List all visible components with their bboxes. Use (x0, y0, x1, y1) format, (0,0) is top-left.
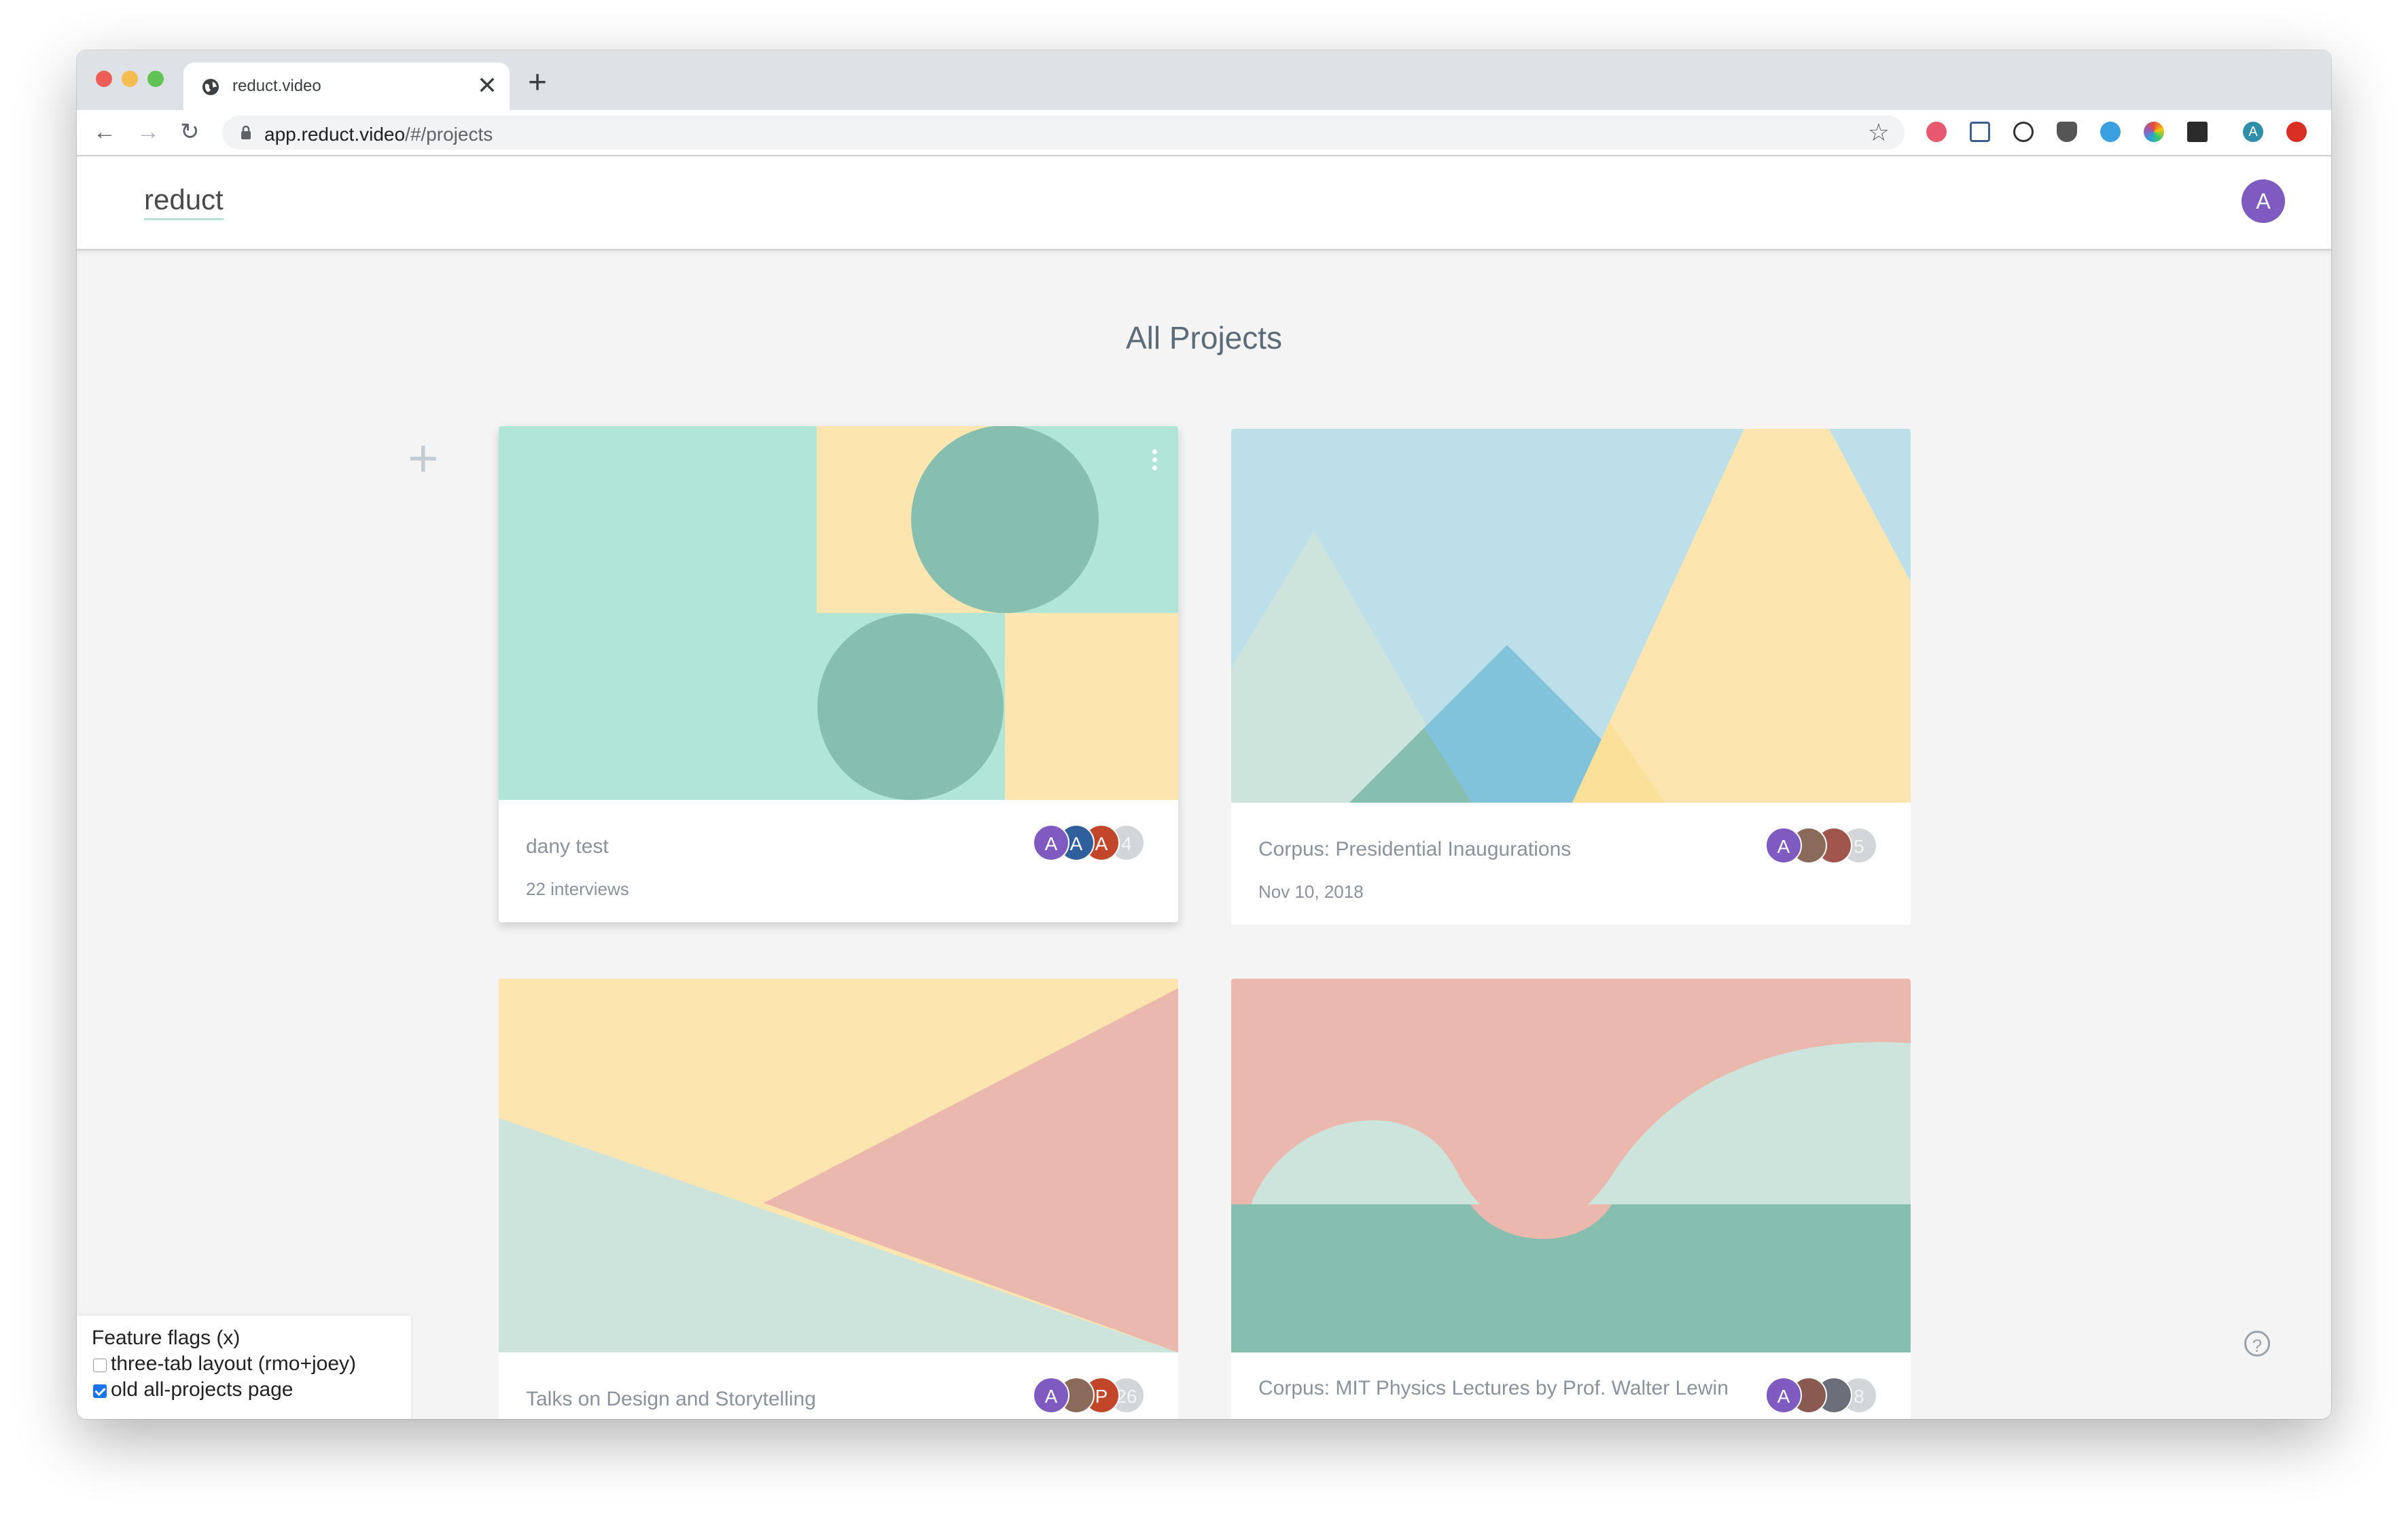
profile-avatar[interactable]: A (2243, 122, 2263, 142)
help-icon[interactable]: ? (2244, 1331, 2270, 1357)
project-thumbnail (1231, 429, 1911, 803)
project-name: Corpus: MIT Physics Lectures by Prof. Wa… (1258, 1377, 1729, 1399)
project-card[interactable]: dany test 22 interviews AAA4 (499, 426, 1178, 922)
shield-icon[interactable] (2057, 122, 2077, 142)
update-icon[interactable] (2286, 122, 2307, 142)
url-host: app.reduct.video (264, 124, 406, 145)
extension-icon-5[interactable] (2100, 122, 2121, 142)
extension-icon-1[interactable] (1926, 122, 1947, 142)
extension-icon-3[interactable] (2013, 122, 2034, 142)
tab-strip: reduct.video ✕ + (77, 50, 2331, 110)
address-bar[interactable]: app.reduct.video/#/projects ☆ (222, 116, 1905, 150)
project-card[interactable]: Corpus: Presidential Inaugurations Nov 1… (1231, 429, 1911, 925)
user-avatar[interactable]: A (2242, 179, 2285, 223)
tab-title: reduct.video (232, 77, 321, 95)
flag-checkbox[interactable] (93, 1384, 107, 1398)
collaborator-avatar[interactable]: A (1033, 824, 1069, 861)
feature-flags-panel: Feature flags (x) three-tab layout (rmo+… (77, 1316, 411, 1419)
feature-flags-title[interactable]: Feature flags (x) (92, 1327, 240, 1350)
page-title: All Projects (1125, 320, 1283, 355)
flag-label: old all-projects page (111, 1378, 294, 1401)
color-picker-icon[interactable] (2144, 122, 2164, 142)
project-card[interactable]: Talks on Design and Storytelling A P 26 (499, 979, 1178, 1419)
collaborator-avatar[interactable]: A (1033, 1377, 1069, 1414)
flag-label: three-tab layout (rmo+joey) (111, 1352, 356, 1375)
app-header: reduct A (77, 156, 2331, 251)
project-meta: 22 interviews (526, 879, 629, 899)
flag-checkbox[interactable] (93, 1359, 107, 1372)
extension-icon-2[interactable] (1970, 122, 1990, 142)
tab-close-icon[interactable]: ✕ (477, 72, 497, 99)
collaborator-avatars: A5 (1765, 827, 1888, 865)
project-thumbnail (499, 426, 1178, 800)
collaborator-avatar[interactable]: A (1765, 1377, 1802, 1414)
globe-icon (202, 79, 219, 95)
collaborator-avatar[interactable]: A (1765, 827, 1802, 864)
reload-icon[interactable]: ↻ (180, 117, 200, 147)
project-name: Corpus: Presidential Inaugurations (1258, 838, 1572, 860)
collaborator-avatars: A8 (1765, 1377, 1888, 1415)
forward-icon[interactable]: → (137, 117, 160, 147)
project-card[interactable]: Corpus: MIT Physics Lectures by Prof. Wa… (1231, 979, 1911, 1419)
more-options-icon[interactable] (1152, 449, 1158, 474)
project-name: Talks on Design and Storytelling (526, 1388, 816, 1410)
browser-window: reduct.video ✕ + ← → ↻ app.reduct.video/… (77, 50, 2331, 1419)
url-text: app.reduct.video/#/projects (264, 124, 493, 145)
lock-icon (241, 125, 251, 139)
project-meta: Nov 10, 2018 (1258, 881, 1364, 902)
add-project-button[interactable]: + (408, 431, 439, 485)
project-name: dany test (526, 835, 609, 858)
collaborator-avatars: A P 26 (1033, 1377, 1155, 1415)
close-window-button[interactable] (96, 71, 112, 87)
reduct-logo[interactable]: reduct (144, 183, 224, 220)
browser-toolbar: ← → ↻ app.reduct.video/#/projects ☆ A (77, 110, 2331, 156)
flag-three-tab-layout[interactable]: three-tab layout (rmo+joey) (93, 1352, 356, 1376)
bookmark-star-icon[interactable]: ☆ (1868, 118, 1890, 147)
url-path: /#/projects (405, 124, 493, 145)
back-icon[interactable]: ← (93, 117, 116, 147)
collaborator-avatars: AAA4 (1033, 824, 1155, 862)
project-thumbnail (1231, 979, 1911, 1352)
flag-old-all-projects-page[interactable]: old all-projects page (93, 1378, 294, 1401)
project-thumbnail (499, 979, 1178, 1352)
extension-icon-7[interactable] (2187, 122, 2208, 142)
minimize-window-button[interactable] (122, 71, 138, 87)
browser-tab[interactable]: reduct.video ✕ (183, 63, 510, 110)
maximize-window-button[interactable] (147, 71, 164, 87)
new-tab-button[interactable]: + (528, 63, 547, 103)
